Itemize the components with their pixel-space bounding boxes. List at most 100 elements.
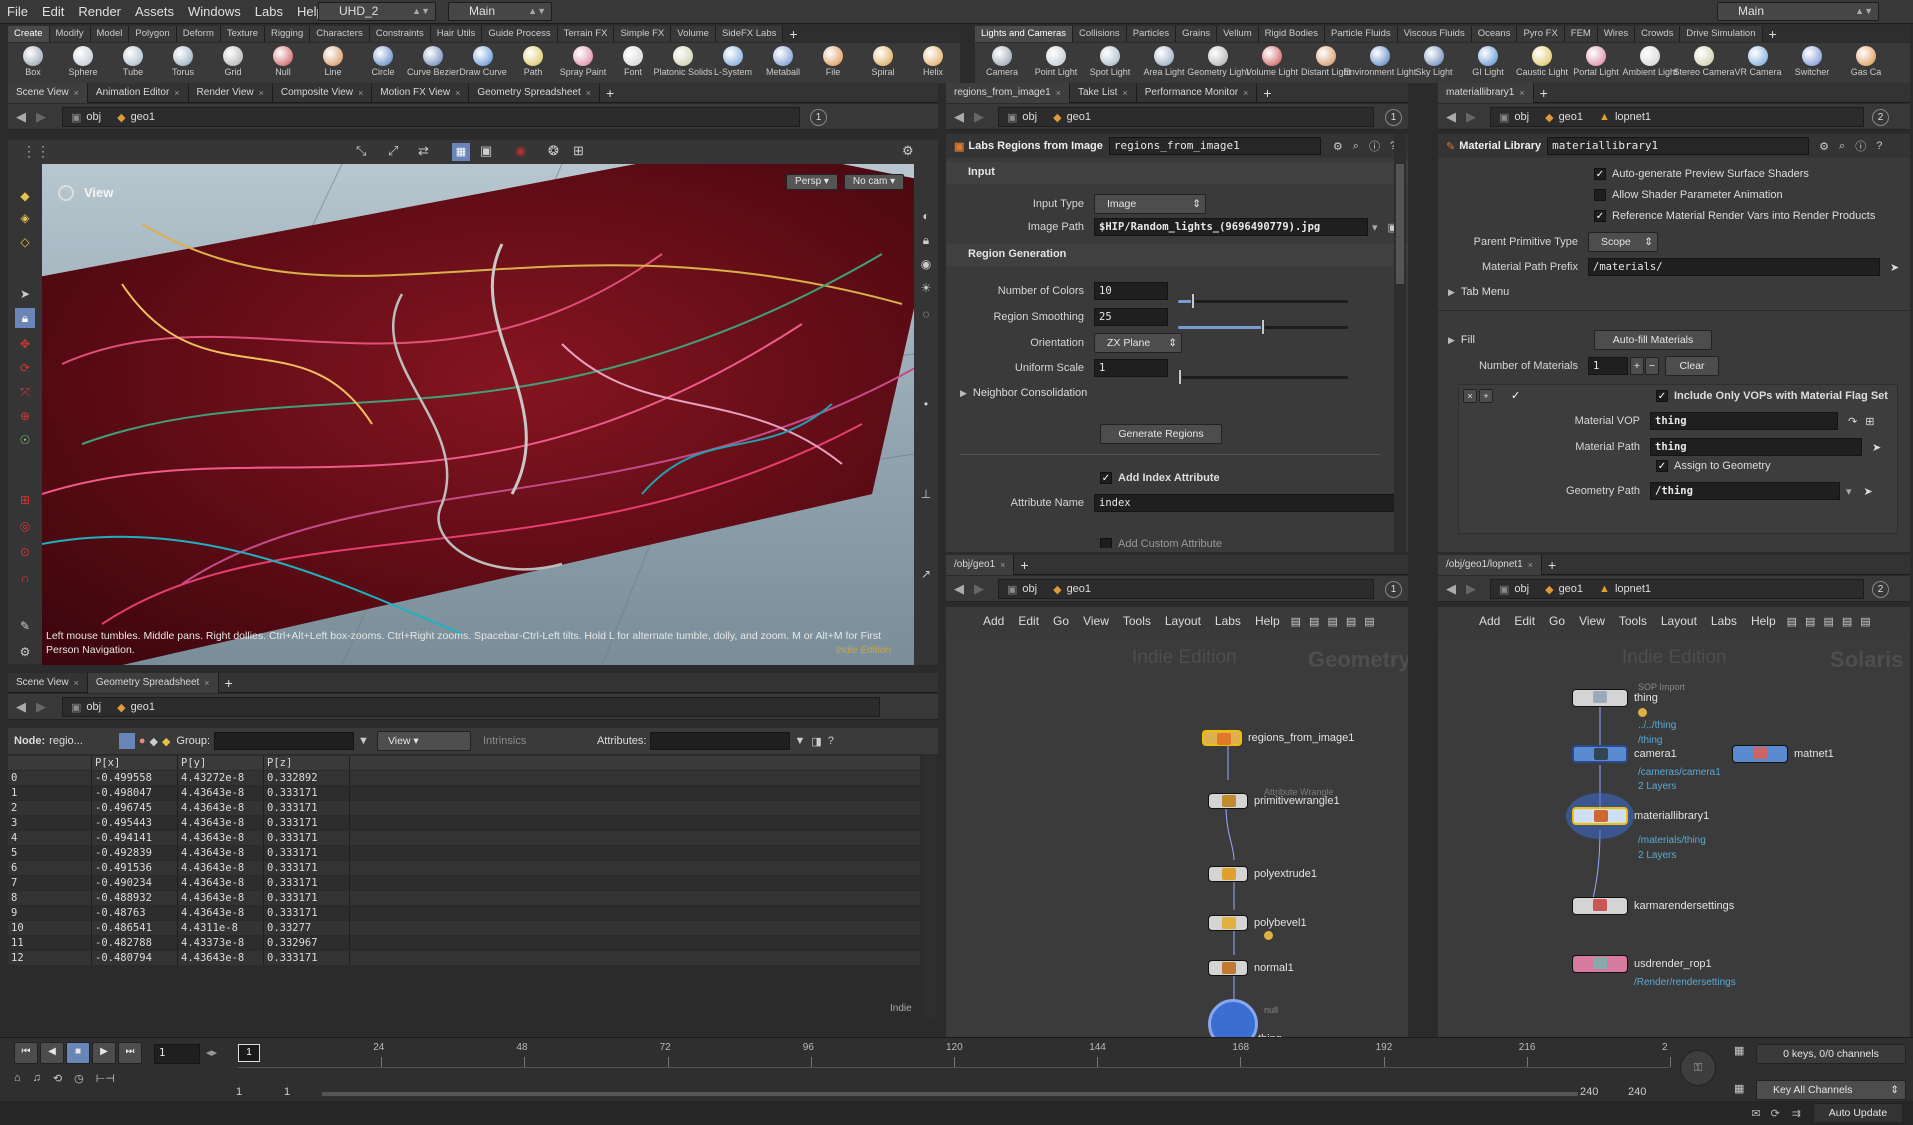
close-icon[interactable]: ×: [455, 83, 460, 103]
node-matnet1[interactable]: matnet1: [1732, 745, 1834, 763]
shelf-tab-terrain-fx[interactable]: Terrain FX: [557, 26, 615, 42]
right-desk-select[interactable]: Main ▲▼: [1717, 2, 1879, 21]
column-header[interactable]: P[z]: [264, 756, 350, 770]
shelf-tab-particles[interactable]: Particles: [1126, 26, 1177, 42]
filter-icon[interactable]: ▼: [358, 735, 369, 747]
add-tab-icon[interactable]: +: [1014, 557, 1034, 573]
tree-icon[interactable]: ▤: [1801, 615, 1819, 628]
display-options-icon[interactable]: ◐: [916, 206, 936, 226]
table-cell[interactable]: 10: [8, 921, 92, 935]
node-chooser-icon[interactable]: ⊞: [1865, 415, 1874, 428]
cam-menu[interactable]: No cam ▾: [844, 174, 904, 190]
node-name-field[interactable]: regions_from_image1: [1108, 137, 1321, 155]
net-menu-view[interactable]: View: [1076, 614, 1116, 628]
table-cell[interactable]: 0.333171: [264, 846, 350, 860]
shelf-tool-grid[interactable]: Grid: [208, 43, 258, 83]
geo-path-field[interactable]: /thing: [1650, 482, 1840, 500]
net-menu-go[interactable]: Go: [1046, 614, 1076, 628]
grid-view-icon[interactable]: ▤: [1342, 615, 1360, 628]
display-grid-icon[interactable]: ▦: [452, 143, 470, 161]
shelf-tab-fem[interactable]: FEM: [1564, 26, 1598, 42]
node-body[interactable]: [1208, 793, 1248, 809]
opt1-checkbox[interactable]: ✓: [1594, 168, 1606, 180]
net-menu-edit[interactable]: Edit: [1507, 614, 1542, 628]
ghost-icon[interactable]: ◌: [916, 304, 936, 324]
net-menu-layout[interactable]: Layout: [1158, 614, 1208, 628]
table-cell[interactable]: 0.332892: [264, 771, 350, 785]
table-cell[interactable]: -0.492839: [92, 846, 178, 860]
wrench-icon[interactable]: ▤: [1287, 615, 1305, 628]
back-arrow-icon[interactable]: ◀: [954, 581, 964, 597]
assign-checkbox[interactable]: ✓: [1656, 460, 1668, 472]
shelf-tool-gas-ca[interactable]: Gas Ca: [1839, 43, 1893, 83]
path-obj[interactable]: ▣ obj: [63, 108, 109, 126]
table-cell[interactable]: 3: [8, 816, 92, 830]
table-cell[interactable]: -0.486541: [92, 921, 178, 935]
timeline-ruler[interactable]: 24 48 72 96 120 144 168 192 216 2: [238, 1042, 1671, 1068]
jump-end-icon[interactable]: ⏭: [118, 1042, 142, 1064]
forward-arrow-icon[interactable]: ▶: [1466, 109, 1476, 125]
add-tab-icon[interactable]: +: [1542, 557, 1562, 573]
handle-icon[interactable]: ⊕: [15, 406, 35, 426]
node-polybevel1[interactable]: polybevel1: [1208, 915, 1307, 931]
path-obj[interactable]: ▣ obj: [999, 580, 1045, 598]
mat-prefix-field[interactable]: /materials/: [1588, 258, 1880, 276]
table-cell[interactable]: 4.43643e-8: [178, 891, 264, 905]
snap-prim-icon[interactable]: ◎: [15, 516, 35, 536]
dolly-icon[interactable]: ⇄: [418, 143, 429, 159]
image-path-field[interactable]: $HIP/Random_lights_(9696490779).jpg: [1094, 218, 1368, 236]
tab-menu-folder[interactable]: ▶ Tab Menu: [1448, 286, 1509, 298]
list-view-icon[interactable]: ▤: [1819, 615, 1837, 628]
wrench-icon[interactable]: ▤: [1783, 615, 1801, 628]
close-icon[interactable]: ×: [74, 83, 79, 103]
close-icon[interactable]: ×: [1122, 83, 1127, 103]
persp-menu[interactable]: Persp ▾: [786, 174, 838, 190]
forward-arrow-icon[interactable]: ▶: [974, 109, 984, 125]
camera-flash-icon[interactable]: ❂: [548, 143, 559, 159]
shelf-tab-grains[interactable]: Grains: [1176, 26, 1218, 42]
table-cell[interactable]: 7: [8, 876, 92, 890]
path-obj[interactable]: ▣ obj: [1491, 108, 1537, 126]
num-colors-slider[interactable]: [1178, 293, 1348, 309]
net-menu-add[interactable]: Add: [976, 614, 1011, 628]
smoothing-field[interactable]: 25: [1094, 308, 1168, 326]
shelf-tool-tube[interactable]: Tube: [108, 43, 158, 83]
table-cell[interactable]: -0.48763: [92, 906, 178, 920]
node-body[interactable]: [1572, 745, 1628, 763]
tree-icon[interactable]: ▤: [1305, 615, 1323, 628]
table-cell[interactable]: -0.495443: [92, 816, 178, 830]
node-body[interactable]: [1572, 689, 1628, 707]
shelf-tool-area-light[interactable]: Area Light: [1137, 43, 1191, 83]
shelf-tool-box[interactable]: Box: [8, 43, 58, 83]
param-scrollbar[interactable]: [1394, 134, 1406, 552]
table-cell[interactable]: 4.43272e-8: [178, 771, 264, 785]
desk-main-select[interactable]: Main ▲▼: [448, 2, 552, 21]
shelf-tab-rigid-bodies[interactable]: Rigid Bodies: [1258, 26, 1325, 42]
null-node-body[interactable]: [1208, 999, 1258, 1037]
net-menu-edit[interactable]: Edit: [1011, 614, 1046, 628]
table-cell[interactable]: 0.33277: [264, 921, 350, 935]
path-geo[interactable]: ◆ geo1: [1537, 580, 1591, 598]
column-header[interactable]: P[y]: [178, 756, 264, 770]
shelf-tool-line[interactable]: Line: [308, 43, 358, 83]
table-cell[interactable]: 4.43643e-8: [178, 861, 264, 875]
tab-performance-monitor[interactable]: Performance Monitor ×: [1137, 82, 1258, 103]
close-icon[interactable]: ×: [204, 673, 209, 693]
tumble-icon[interactable]: ⤡: [356, 143, 366, 159]
close-icon[interactable]: ×: [1528, 555, 1533, 575]
back-arrow-icon[interactable]: ◀: [954, 109, 964, 125]
add-tab-icon[interactable]: +: [1534, 85, 1554, 101]
table-cell[interactable]: 0.332967: [264, 936, 350, 950]
table-cell[interactable]: 4.4311e-8: [178, 921, 264, 935]
plus-button[interactable]: +: [1630, 357, 1644, 375]
table-cell[interactable]: 2: [8, 801, 92, 815]
minus-button[interactable]: −: [1645, 357, 1659, 375]
intrinsics-menu[interactable]: Intrinsics: [483, 735, 593, 747]
lock-icon[interactable]: 🔒︎: [15, 308, 35, 328]
info-icon[interactable]: ⓘ: [1369, 138, 1380, 154]
path-geo[interactable]: ◆ geo1: [1537, 108, 1591, 126]
shelf-tool-file[interactable]: File: [808, 43, 858, 83]
help-icon[interactable]: ?: [1876, 140, 1882, 152]
shelf-tool-volume-light[interactable]: Volume Light: [1245, 43, 1299, 83]
shelf-tab-wires[interactable]: Wires: [1597, 26, 1636, 42]
